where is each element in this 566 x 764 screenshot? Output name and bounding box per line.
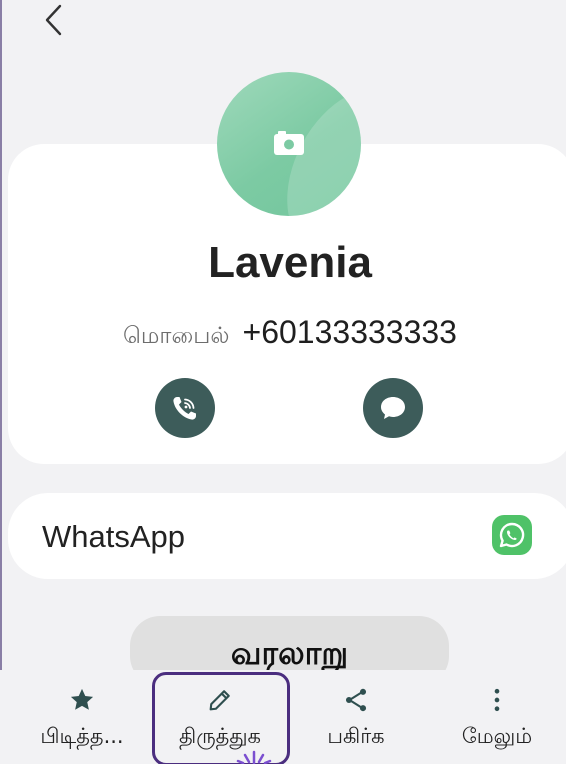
more-button[interactable]: மேலும் xyxy=(437,684,557,754)
bottom-nav: பிடித்த... திருத்துக பகிர்க மேலும் xyxy=(0,670,566,764)
edit-label: திருத்துக xyxy=(179,724,261,748)
share-button[interactable]: பகிர்க xyxy=(296,684,416,754)
wifi-call-button[interactable] xyxy=(155,378,215,438)
tap-indicator xyxy=(236,750,272,764)
phone-type-label: மொபைல் xyxy=(123,323,230,349)
message-icon xyxy=(381,397,405,419)
share-label: பகிர்க xyxy=(327,724,385,748)
phone-row[interactable]: மொபைல் +60133333333 xyxy=(0,314,566,352)
window-edge xyxy=(0,0,2,764)
back-icon xyxy=(45,4,62,36)
favourite-label: பிடித்த... xyxy=(40,724,124,748)
wifi-call-icon xyxy=(173,397,196,420)
back-button[interactable] xyxy=(36,2,72,38)
contact-name: Lavenia xyxy=(208,238,372,287)
share-icon xyxy=(345,688,367,712)
avatar[interactable] xyxy=(217,72,361,216)
pencil-icon xyxy=(209,690,230,711)
edit-button[interactable]: திருத்துக xyxy=(160,684,280,754)
whatsapp-label: WhatsApp xyxy=(42,519,186,554)
favourite-button[interactable]: பிடித்த... xyxy=(22,684,142,754)
message-button[interactable] xyxy=(363,378,423,438)
more-label: மேலும் xyxy=(461,724,533,748)
camera-icon xyxy=(274,131,304,155)
whatsapp-icon xyxy=(492,515,532,555)
phone-number[interactable]: +60133333333 xyxy=(243,314,457,350)
star-icon xyxy=(70,688,94,710)
more-vertical-icon xyxy=(494,688,500,712)
whatsapp-row[interactable]: WhatsApp xyxy=(8,493,566,579)
